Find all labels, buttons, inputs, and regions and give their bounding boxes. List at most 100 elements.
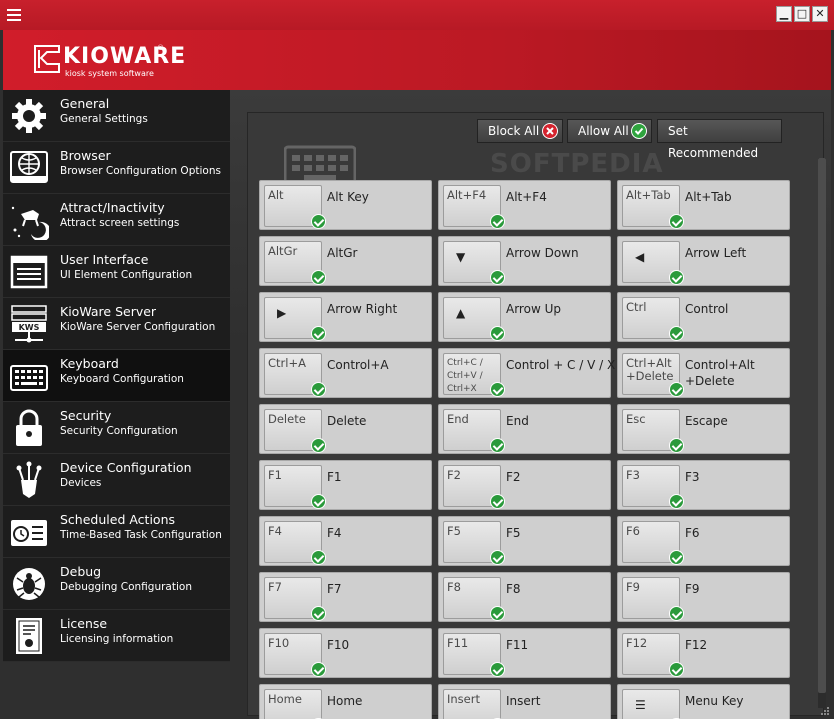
scrollbar-thumb[interactable] bbox=[818, 158, 826, 693]
key-description: Alt+F4 bbox=[506, 190, 547, 204]
key-toggle[interactable]: Ctrl+C / Ctrl+V / Ctrl+X bbox=[443, 353, 505, 397]
certificate-icon bbox=[16, 618, 42, 654]
key-toggle[interactable]: Alt bbox=[264, 185, 326, 229]
key-toggle[interactable]: Esc bbox=[622, 409, 684, 453]
key-toggle[interactable]: F5 bbox=[443, 521, 505, 565]
set-recommended-button[interactable]: Set Recommended bbox=[657, 119, 782, 160]
allowed-check-icon bbox=[490, 270, 505, 285]
sidebar-item-browser[interactable]: Browser Browser Configuration Options bbox=[3, 142, 230, 194]
sidebar-item-keyboard[interactable]: Keyboard Keyboard Configuration bbox=[3, 350, 230, 402]
logo-text: KIOWARE bbox=[63, 44, 187, 69]
allowed-check-icon bbox=[669, 270, 684, 285]
key-card: ▶ Arrow Right bbox=[259, 292, 432, 342]
key-cap-label: F10 bbox=[268, 636, 290, 650]
sidebar-item-kioware-server[interactable]: KWS KioWare Server KioWare Server Config… bbox=[3, 298, 230, 350]
key-description: F2 bbox=[506, 470, 521, 484]
key-toggle[interactable]: ▼ bbox=[443, 241, 505, 285]
key-cap-label: Ctrl+A bbox=[268, 356, 306, 370]
key-toggle[interactable]: F11 bbox=[443, 633, 505, 677]
moon-cow-icon bbox=[11, 206, 49, 240]
sidebar-item-device-configuration[interactable]: Device Configuration Devices bbox=[3, 454, 230, 506]
sidebar-item-subtitle: KioWare Server Configuration bbox=[60, 321, 216, 333]
key-card: F1 F1 bbox=[259, 460, 432, 510]
key-card: F12 F12 bbox=[617, 628, 790, 678]
minimize-button[interactable]: ▁ bbox=[776, 6, 792, 22]
key-cap-label: F9 bbox=[626, 580, 640, 594]
key-toggle[interactable]: F1 bbox=[264, 465, 326, 509]
sidebar-item-title: General bbox=[60, 96, 110, 111]
key-toggle[interactable]: F4 bbox=[264, 521, 326, 565]
sidebar-item-subtitle: Browser Configuration Options bbox=[60, 165, 221, 177]
logo-mark-icon bbox=[34, 45, 60, 73]
key-description: Delete bbox=[327, 414, 367, 428]
maximize-button[interactable]: □ bbox=[794, 6, 810, 22]
key-toggle[interactable]: Insert bbox=[443, 689, 505, 719]
sidebar-item-subtitle: Debugging Configuration bbox=[60, 581, 192, 593]
key-description: F9 bbox=[685, 582, 700, 596]
sidebar-item-title: User Interface bbox=[60, 252, 149, 267]
key-description: F8 bbox=[506, 582, 521, 596]
key-toggle[interactable]: ◀ bbox=[622, 241, 684, 285]
close-button[interactable]: ✕ bbox=[812, 6, 828, 22]
key-description: Insert bbox=[506, 694, 541, 708]
key-card: F7 F7 bbox=[259, 572, 432, 622]
key-cap-label: Insert bbox=[447, 692, 480, 706]
key-toggle[interactable]: F6 bbox=[622, 521, 684, 565]
allowed-check-icon bbox=[311, 326, 326, 341]
key-toggle[interactable]: ☰ bbox=[622, 689, 684, 719]
sidebar-item-user-interface[interactable]: User Interface UI Element Configuration bbox=[3, 246, 230, 298]
key-toggle[interactable]: Ctrl bbox=[622, 297, 684, 341]
set-recommended-label: Set Recommended bbox=[668, 124, 759, 160]
key-cap-label: F3 bbox=[626, 468, 640, 482]
key-toggle[interactable]: Alt+Tab bbox=[622, 185, 684, 229]
key-toggle[interactable]: Home bbox=[264, 689, 326, 719]
key-toggle[interactable]: F10 bbox=[264, 633, 326, 677]
hamburger-menu-icon[interactable] bbox=[7, 9, 21, 21]
sidebar-item-title: Scheduled Actions bbox=[60, 512, 176, 527]
sidebar-item-subtitle: UI Element Configuration bbox=[60, 269, 193, 281]
block-x-icon bbox=[542, 123, 558, 139]
allow-all-button[interactable]: Allow All bbox=[567, 119, 652, 143]
key-cap-label: AltGr bbox=[268, 244, 298, 258]
key-cap-label: Delete bbox=[268, 412, 306, 426]
key-cap-label: Ctrl+Alt +Delete bbox=[626, 356, 674, 383]
sidebar-item-subtitle: Devices bbox=[60, 477, 102, 489]
device-icon bbox=[16, 461, 42, 498]
clock-list-icon bbox=[11, 520, 47, 546]
allowed-check-icon bbox=[311, 606, 326, 621]
key-card: Alt Alt Key bbox=[259, 180, 432, 230]
key-toggle[interactable]: F8 bbox=[443, 577, 505, 621]
key-description: AltGr bbox=[327, 246, 358, 260]
sidebar-item-title: Browser bbox=[60, 148, 111, 163]
key-toggle[interactable]: ▲ bbox=[443, 297, 505, 341]
key-toggle[interactable]: Ctrl+Alt +Delete bbox=[622, 353, 684, 397]
key-description: Alt+Tab bbox=[685, 190, 732, 204]
vertical-scrollbar[interactable] bbox=[818, 158, 826, 708]
resize-grip-icon[interactable] bbox=[820, 706, 830, 716]
key-toggle[interactable]: F7 bbox=[264, 577, 326, 621]
key-card: ◀ Arrow Left bbox=[617, 236, 790, 286]
key-toggle[interactable]: F9 bbox=[622, 577, 684, 621]
key-description: F4 bbox=[327, 526, 342, 540]
key-toggle[interactable]: ▶ bbox=[264, 297, 326, 341]
key-cap-label: Ctrl bbox=[626, 300, 647, 314]
key-toggle[interactable]: F3 bbox=[622, 465, 684, 509]
sidebar-item-debug[interactable]: Debug Debugging Configuration bbox=[3, 558, 230, 610]
key-toggle[interactable]: Delete bbox=[264, 409, 326, 453]
key-toggle[interactable]: Alt+F4 bbox=[443, 185, 505, 229]
block-all-button[interactable]: Block All bbox=[477, 119, 563, 143]
key-toggle[interactable]: AltGr bbox=[264, 241, 326, 285]
key-toggle[interactable]: F2 bbox=[443, 465, 505, 509]
sidebar-item-security[interactable]: Security Security Configuration bbox=[3, 402, 230, 454]
sidebar-item-license[interactable]: License Licensing information bbox=[3, 610, 230, 662]
sidebar-item-attract[interactable]: Attract/Inactivity Attract screen settin… bbox=[3, 194, 230, 246]
key-toggle[interactable]: F12 bbox=[622, 633, 684, 677]
key-toggle[interactable]: End bbox=[443, 409, 505, 453]
allowed-check-icon bbox=[311, 438, 326, 453]
key-glyph-icon: ▲ bbox=[456, 306, 466, 320]
sidebar-item-general[interactable]: General General Settings bbox=[3, 90, 230, 142]
sidebar-item-scheduled-actions[interactable]: Scheduled Actions Time-Based Task Config… bbox=[3, 506, 230, 558]
key-toggle[interactable]: Ctrl+A bbox=[264, 353, 326, 397]
sidebar-item-title: License bbox=[60, 616, 108, 631]
softpedia-watermark: SOFTPEDIA bbox=[490, 149, 664, 179]
